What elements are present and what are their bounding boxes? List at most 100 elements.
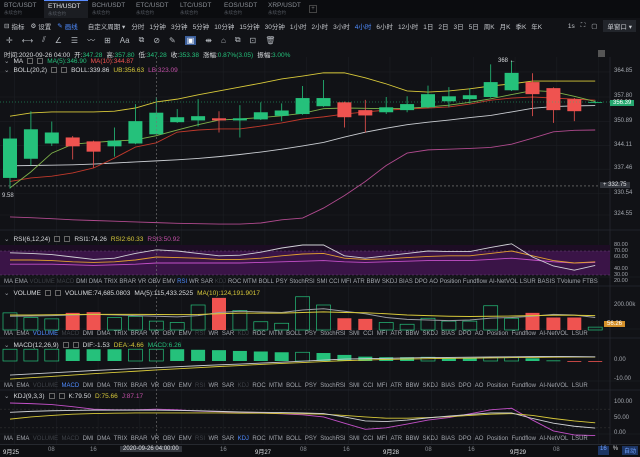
add-tab-button[interactable]: + [309, 5, 317, 13]
indicator-tab-rsi[interactable]: RSI [177, 279, 187, 285]
crosshair-icon[interactable]: ✛ [6, 36, 13, 45]
indicator-tab-rsi[interactable]: RSI [195, 383, 205, 389]
indicator-tab-position[interactable]: Position [440, 279, 461, 285]
indicator-tab-obv[interactable]: OBV [163, 436, 176, 442]
indicator-tab-roc[interactable]: ROC [228, 279, 241, 285]
indicator-tab-skdj[interactable]: SKDJ [423, 383, 438, 389]
volume-settings-icon[interactable] [44, 290, 51, 296]
period-3[interactable]: 5分钟 [193, 21, 210, 31]
indicator-tab-fundflow[interactable]: Fundflow [512, 331, 536, 337]
indicator-tab-psy[interactable]: PSY [305, 383, 317, 389]
indicator-tab-emv[interactable]: EMV [179, 383, 192, 389]
indicator-tab-smi[interactable]: SMI [349, 383, 360, 389]
period-0[interactable]: 分时 [131, 21, 144, 31]
indicator-tab-position[interactable]: Position [487, 436, 508, 442]
interval-label[interactable]: 1s [568, 23, 575, 30]
indicator-tab-position[interactable]: Position [487, 331, 508, 337]
tab-xrp-usdt[interactable]: XRP/USDT 永续合约 [264, 0, 308, 18]
indicator-tab-mfi[interactable]: MFI [377, 383, 387, 389]
indicator-tab-mtm[interactable]: MTM [269, 436, 283, 442]
tab-eth-usdt[interactable]: ETH/USDT 永续合约 [44, 0, 88, 18]
indicator-tab-mfi[interactable]: MFI [377, 331, 387, 337]
indicator-tab-ftbs[interactable]: FTBS [582, 279, 597, 285]
period-19[interactable]: 季K [515, 21, 526, 31]
indicator-tab-brar[interactable]: BRAR [131, 331, 148, 337]
indicator-tab-macd[interactable]: MACD [62, 383, 80, 389]
indicator-tab-vr[interactable]: VR [138, 279, 146, 285]
wave-icon[interactable]: 〰 [87, 35, 95, 46]
indicator-tab-stochrsi[interactable]: StochRSI [320, 331, 345, 337]
indicator-tab-mtm[interactable]: MTM [269, 331, 283, 337]
magnet-icon[interactable]: ⊘ [153, 36, 160, 45]
kdj-close-icon[interactable] [58, 393, 65, 399]
indicator-tab-ai-netvol[interactable]: AI-NetVOL [539, 436, 568, 442]
indicator-tab-dpo[interactable]: DPO [458, 331, 471, 337]
rsi-close-icon[interactable] [64, 236, 71, 242]
period-2[interactable]: 3分钟 [171, 21, 188, 31]
period-1[interactable]: 1分钟 [149, 21, 166, 31]
indicator-tab-tvolume[interactable]: TVolume [557, 279, 581, 285]
indicator-tab-dma[interactable]: DMA [97, 436, 110, 442]
period-6[interactable]: 30分钟 [265, 21, 285, 31]
tab-btc-usdt[interactable]: BTC/USDT 永续合约 [0, 0, 44, 18]
indicator-tab-smi[interactable]: SMI [317, 279, 328, 285]
indicator-tab-emv[interactable]: EMV [179, 436, 192, 442]
indicator-tab-brar[interactable]: BRAR [131, 436, 148, 442]
indicator-tab-dmi[interactable]: DMI [76, 279, 87, 285]
indicator-tab-dma[interactable]: DMA [97, 383, 110, 389]
indicator-tab-volume[interactable]: VOLUME [33, 436, 58, 442]
indicator-tab-stochrsi[interactable]: StochRSI [289, 279, 314, 285]
indicator-tab-mtm[interactable]: MTM [243, 279, 257, 285]
macd-settings-icon[interactable] [62, 342, 69, 348]
indicator-tab-brar[interactable]: BRAR [119, 279, 136, 285]
indicator-tab-obv[interactable]: OBV [148, 279, 161, 285]
percent-toggle[interactable]: % [613, 446, 618, 455]
indicator-tab-dmi[interactable]: DMI [83, 331, 94, 337]
tab-etc-usdt[interactable]: ETC/USDT 永续合约 [132, 0, 176, 18]
indicator-tab-stochrsi[interactable]: StochRSI [320, 383, 345, 389]
indicator-tab-dpo[interactable]: DPO [414, 279, 427, 285]
indicator-tab-vr[interactable]: VR [151, 331, 159, 337]
indicator-tab-wr[interactable]: WR [208, 383, 218, 389]
volume-close-icon[interactable] [54, 290, 61, 296]
indicator-tab-ema[interactable]: EMA [16, 436, 29, 442]
indicator-tab-ma[interactable]: MA [4, 279, 13, 285]
indicator-tab-emv[interactable]: EMV [179, 331, 192, 337]
period-13[interactable]: 1日 [423, 21, 433, 31]
indicator-tab-roc[interactable]: ROC [252, 331, 265, 337]
indicator-tab-rsi[interactable]: RSI [195, 436, 205, 442]
indicator-tab-skdj[interactable]: SKDJ [423, 436, 438, 442]
indicator-tab-ema[interactable]: EMA [16, 331, 29, 337]
indicator-tab-smi[interactable]: SMI [349, 331, 360, 337]
indicator-tab-ema[interactable]: EMA [16, 383, 29, 389]
indicator-tab-brar[interactable]: BRAR [131, 383, 148, 389]
period-12[interactable]: 12小时 [398, 21, 418, 31]
indicator-tab-mtm[interactable]: MTM [269, 383, 283, 389]
indicator-tab-boll[interactable]: BOLL [286, 436, 301, 442]
indicator-tab-rsi[interactable]: RSI [195, 331, 205, 337]
horizontal-line-icon[interactable]: ⟷ [22, 36, 33, 45]
indicator-tab-mfi[interactable]: MFI [377, 436, 387, 442]
boll-close-icon[interactable] [61, 67, 68, 73]
indicator-tab-psy[interactable]: PSY [276, 279, 288, 285]
indicator-tab-macd[interactable]: MACD [62, 436, 80, 442]
kdj-settings-icon[interactable] [48, 393, 55, 399]
period-4[interactable]: 10分钟 [214, 21, 234, 31]
rsi-settings-icon[interactable] [54, 236, 61, 242]
indicator-tab-skdj[interactable]: SKDJ [382, 279, 397, 285]
indicator-tab-ma[interactable]: MA [4, 383, 13, 389]
indicator-tab-vr[interactable]: VR [151, 436, 159, 442]
indicator-tab-ao[interactable]: AO [429, 279, 438, 285]
indicator-tab-kdj[interactable]: KDJ [238, 436, 249, 442]
grid-icon[interactable]: ⊞ [104, 36, 111, 45]
measure-icon[interactable]: ⧉ [139, 35, 145, 45]
tab-bch-usdt[interactable]: BCH/USDT 永续合约 [88, 0, 132, 18]
auto-scale-toggle[interactable]: 自动 [622, 446, 639, 455]
indicator-tab-macd[interactable]: MACD [57, 279, 75, 285]
indicator-tab-atr[interactable]: ATR [391, 436, 403, 442]
period-20[interactable]: 年K [531, 21, 542, 31]
indicator-tab-boll[interactable]: BOLL [286, 383, 301, 389]
collapse-icon[interactable]: ⌄ [4, 235, 9, 243]
indicator-tab-ma[interactable]: MA [4, 436, 13, 442]
macd-close-icon[interactable] [72, 342, 79, 348]
